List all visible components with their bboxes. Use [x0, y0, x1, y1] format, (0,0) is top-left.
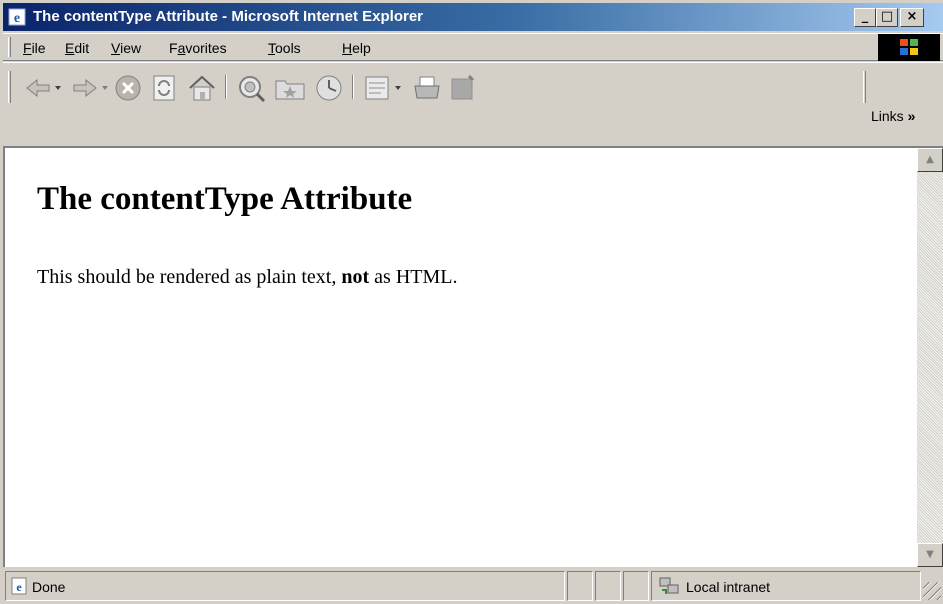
status-bar: e Done Local intranet	[3, 570, 943, 604]
vertical-scrollbar[interactable]: ▲ ▼	[917, 148, 943, 567]
status-panel-offline	[623, 571, 649, 601]
menu-file-mnemonic: F	[23, 40, 32, 56]
para-text-after: as HTML.	[369, 266, 458, 288]
menu-favorites-pre: F	[169, 40, 178, 56]
menu-help-rest: elp	[352, 40, 371, 56]
menu-tools-mnemonic: T	[268, 40, 275, 56]
links-grip[interactable]	[863, 71, 866, 103]
menu-favorites-rest: vorites	[185, 40, 227, 56]
menu-file[interactable]: File	[23, 40, 46, 56]
local-intranet-icon	[659, 577, 679, 594]
window-title: The contentType Attribute - Microsoft In…	[33, 8, 424, 25]
menu-file-rest: ile	[31, 40, 46, 56]
minimize-button[interactable]: _	[854, 8, 876, 27]
search-icon[interactable]	[236, 73, 268, 103]
svg-text:e: e	[16, 580, 22, 594]
page-icon: e	[11, 577, 27, 595]
menu-tools-rest: ools	[275, 40, 301, 56]
menu-view-rest: iew	[120, 40, 142, 56]
status-panel-secure	[595, 571, 621, 601]
windows-flag-icon	[900, 39, 918, 55]
home-icon[interactable]	[186, 73, 218, 103]
svg-text:e: e	[14, 11, 20, 26]
menu-view-mnemonic: V	[111, 40, 121, 56]
title-bar[interactable]: e The contentType Attribute - Microsoft …	[3, 3, 943, 31]
menu-tools[interactable]: Tools	[268, 40, 301, 56]
menu-edit[interactable]: Edit	[65, 40, 89, 56]
edit-icon[interactable]	[448, 73, 478, 103]
windows-logo-throbber	[878, 34, 940, 61]
standard-toolbar: Links »	[3, 62, 943, 146]
page-heading: The contentType Attribute	[37, 181, 413, 217]
toolbar-grip[interactable]	[8, 71, 11, 103]
close-button[interactable]: ×	[900, 8, 924, 27]
document-body: The contentType Attribute This should be…	[5, 148, 917, 567]
page-paragraph: This should be rendered as plain text, n…	[37, 266, 458, 289]
back-icon[interactable]	[23, 73, 63, 103]
menu-help[interactable]: Help	[342, 40, 371, 56]
menu-edit-mnemonic: E	[65, 40, 75, 56]
scroll-down-button[interactable]: ▼	[917, 543, 943, 567]
scroll-up-button[interactable]: ▲	[917, 148, 943, 172]
status-main-panel: e Done	[5, 571, 565, 601]
toolbar-separator	[352, 75, 354, 99]
menu-edit-rest: dit	[74, 40, 90, 56]
zone-text: Local intranet	[686, 579, 771, 595]
resize-grip[interactable]	[923, 582, 941, 600]
browser-window: e The contentType Attribute - Microsoft …	[0, 0, 943, 604]
menu-favorites[interactable]: Favorites	[169, 40, 227, 56]
toolbar-separator	[225, 75, 227, 99]
refresh-icon[interactable]	[149, 73, 179, 103]
status-zone-panel[interactable]: Local intranet	[651, 571, 921, 601]
mail-icon[interactable]	[363, 73, 407, 103]
links-bar[interactable]: Links »	[871, 108, 915, 124]
links-label: Links	[871, 108, 904, 124]
history-icon[interactable]	[313, 73, 345, 103]
menu-grip[interactable]	[8, 37, 11, 57]
menu-bar: File Edit View Favorites Tools Help	[3, 33, 943, 61]
content-frame: The contentType Attribute This should be…	[3, 146, 943, 567]
menu-help-mnemonic: H	[342, 40, 353, 56]
maximize-button[interactable]: □	[876, 8, 898, 27]
status-text: Done	[32, 579, 66, 595]
favorites-icon[interactable]	[273, 73, 307, 103]
para-text-before: This should be rendered as plain text,	[37, 266, 342, 288]
para-bold-text: not	[341, 266, 370, 288]
menu-view[interactable]: View	[111, 40, 141, 56]
print-icon[interactable]	[411, 73, 443, 103]
links-chevron: »	[907, 108, 916, 124]
ie-logo-icon: e	[8, 8, 26, 26]
forward-icon[interactable]	[68, 73, 110, 103]
stop-icon[interactable]	[113, 73, 143, 103]
status-panel-progress	[567, 571, 593, 601]
